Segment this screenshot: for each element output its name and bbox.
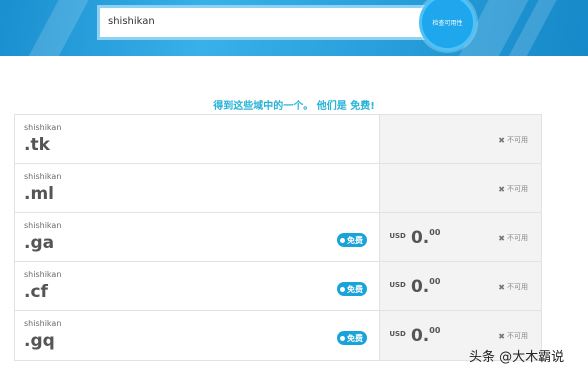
domain-sld: shishikan <box>24 123 62 132</box>
price-decimals: 00 <box>429 228 441 237</box>
status-label: 不可用 <box>507 136 528 144</box>
domain-tld: .cf <box>24 282 48 302</box>
free-badge-label: 免费 <box>347 235 363 245</box>
status-label: 不可用 <box>507 332 528 340</box>
status-unavailable: ✖ 不可用 <box>498 135 528 145</box>
domain-name-cell: shishikan .cf 免费 <box>15 262 381 310</box>
x-icon: ✖ <box>498 184 505 194</box>
dot-icon <box>340 335 345 341</box>
domain-name-cell: shishikan .ml <box>15 164 381 212</box>
domain-name-cell: shishikan .tk <box>15 115 381 163</box>
search-box <box>97 5 426 40</box>
x-icon: ✖ <box>498 135 505 145</box>
free-badge-label: 免费 <box>347 333 363 343</box>
status-unavailable: ✖ 不可用 <box>498 184 528 194</box>
banner-decoration <box>16 0 94 56</box>
price-main: 0. <box>410 228 430 248</box>
price-currency: USD <box>389 330 406 338</box>
domain-status-cell: USD 0.00 ✖ 不可用 <box>380 213 541 261</box>
price-decimals: 00 <box>429 277 441 286</box>
price: USD 0.00 <box>389 228 440 248</box>
dot-icon <box>340 237 345 243</box>
price-main: 0. <box>410 326 430 346</box>
domain-row: shishikan .tk ✖ 不可用 <box>15 115 541 164</box>
domain-status-cell: ✖ 不可用 <box>380 164 541 212</box>
free-badge: 免费 <box>337 331 367 345</box>
domain-status-cell: USD 0.00 ✖ 不可用 <box>380 262 541 310</box>
header-banner: 检查可用性 <box>0 0 588 56</box>
status-label: 不可用 <box>507 283 528 291</box>
price-currency: USD <box>389 281 406 289</box>
status-unavailable: ✖ 不可用 <box>498 282 528 292</box>
free-badge-label: 免费 <box>347 284 363 294</box>
domain-status-cell: ✖ 不可用 <box>380 115 541 163</box>
domain-sld: shishikan <box>24 270 62 279</box>
status-label: 不可用 <box>507 234 528 242</box>
domain-row: shishikan .gq 免费 USD 0.00 ✖ 不可用 <box>15 311 541 360</box>
domain-row: shishikan .ml ✖ 不可用 <box>15 164 541 213</box>
domain-name-cell: shishikan .gq 免费 <box>15 311 381 360</box>
dot-icon <box>340 286 345 292</box>
x-icon: ✖ <box>498 331 505 341</box>
domain-tld: .tk <box>24 135 50 155</box>
status-unavailable: ✖ 不可用 <box>498 233 528 243</box>
domain-row: shishikan .ga 免费 USD 0.00 ✖ 不可用 <box>15 213 541 262</box>
domain-row: shishikan .cf 免费 USD 0.00 ✖ 不可用 <box>15 262 541 311</box>
page: 检查可用性 得到这些域中的一个。 他们是 免费! shishikan .tk ✖… <box>0 0 588 369</box>
status-unavailable: ✖ 不可用 <box>498 331 528 341</box>
watermark: 头条 @大木霸说 <box>469 350 565 365</box>
free-badge: 免费 <box>337 282 367 296</box>
x-icon: ✖ <box>498 233 505 243</box>
domain-results-table: shishikan .tk ✖ 不可用 shishikan .ml ✖ 不可用 <box>14 114 542 361</box>
domain-name-cell: shishikan .ga 免费 <box>15 213 381 261</box>
domain-search-input[interactable] <box>108 16 408 27</box>
domain-sld: shishikan <box>24 221 62 230</box>
price: USD 0.00 <box>389 277 440 297</box>
free-badge: 免费 <box>337 233 367 247</box>
price-main: 0. <box>410 277 430 297</box>
check-availability-label: 检查可用性 <box>432 20 463 27</box>
results-headline: 得到这些域中的一个。 他们是 免费! <box>213 101 375 112</box>
status-label: 不可用 <box>507 185 528 193</box>
x-icon: ✖ <box>498 282 505 292</box>
domain-tld: .ga <box>24 233 55 253</box>
price: USD 0.00 <box>389 326 440 346</box>
domain-sld: shishikan <box>24 172 62 181</box>
price-currency: USD <box>389 232 406 240</box>
domain-sld: shishikan <box>24 319 62 328</box>
domain-tld: .gq <box>24 331 55 351</box>
domain-tld: .ml <box>24 184 54 204</box>
price-decimals: 00 <box>429 326 441 335</box>
